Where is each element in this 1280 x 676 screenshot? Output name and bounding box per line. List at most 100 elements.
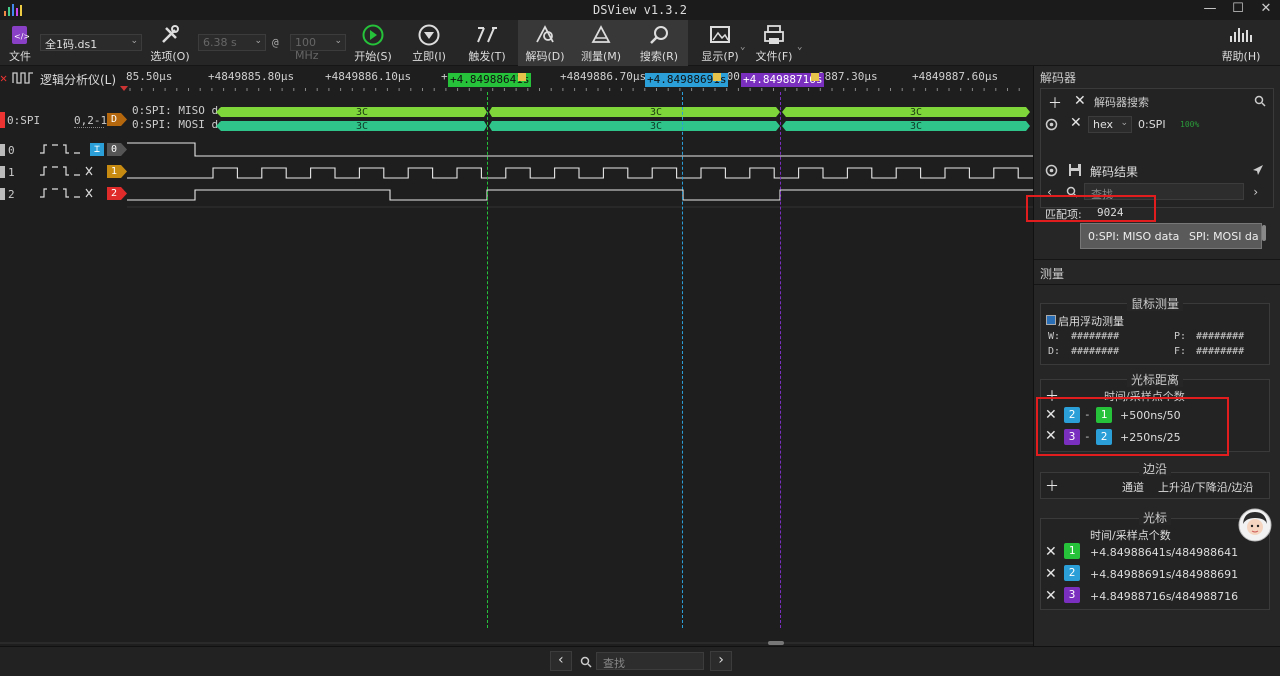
cursor-3-close-icon[interactable] xyxy=(811,73,819,81)
decode-value-mosi-1: 3C xyxy=(356,121,369,132)
save-results-icon[interactable] xyxy=(1068,163,1082,177)
instant-button[interactable]: 立即(I) xyxy=(406,20,452,66)
remove-cursor-1-icon[interactable]: ✕ xyxy=(1045,544,1057,560)
results-scrollbar[interactable] xyxy=(1262,225,1266,241)
file2-button[interactable]: 文件(F) xyxy=(750,20,798,66)
delete-decoder-icon[interactable]: ✕ xyxy=(1070,115,1082,131)
add-edge-icon[interactable]: ＋ xyxy=(1045,476,1059,496)
float-measure-checkbox[interactable] xyxy=(1046,315,1056,325)
results-next-icon[interactable]: › xyxy=(1252,185,1259,199)
remove-distance-2-icon[interactable]: ✕ xyxy=(1045,428,1057,444)
at-symbol: @ xyxy=(272,36,279,49)
ch1-badge[interactable]: 1 xyxy=(107,165,121,178)
cursor-1-line[interactable] xyxy=(487,92,488,628)
search-next-button[interactable]: › xyxy=(710,651,732,671)
distance-2-b-badge[interactable]: 2 xyxy=(1096,429,1112,445)
sample-rate-combo[interactable]: 100 MHz ⌄ xyxy=(290,34,346,62)
decoder-channel-range[interactable]: 0,2-1 xyxy=(74,114,107,128)
cursor-2-close-icon[interactable] xyxy=(713,73,721,81)
distance-2-value: +250ns/25 xyxy=(1120,431,1181,444)
ch2-trigger-icons[interactable] xyxy=(38,186,104,200)
decoder-search-input[interactable]: 解码器搜索 xyxy=(1094,94,1254,110)
remove-cursor-3-icon[interactable]: ✕ xyxy=(1045,588,1057,604)
tools-icon xyxy=(162,25,179,43)
ch1-trigger-icons[interactable] xyxy=(38,164,104,178)
file-combo[interactable]: 全1码.ds1 ⌄ xyxy=(40,34,142,51)
ch0-badge[interactable]: 0 xyxy=(107,143,121,156)
remove-cursor-2-icon[interactable]: ✕ xyxy=(1045,566,1057,582)
close-panel-icon[interactable]: ✕ xyxy=(0,71,7,85)
measure-panel-title: 测量 xyxy=(1040,267,1065,281)
decoder-channel-color xyxy=(0,112,5,128)
bottom-search-input[interactable]: 查找 xyxy=(596,652,704,670)
svg-text:</>: </> xyxy=(14,32,29,41)
format-combo[interactable]: hex ⌄ xyxy=(1088,116,1132,133)
decode-value-mosi-2: 3C xyxy=(650,121,663,132)
cursor-2-line[interactable] xyxy=(682,92,683,628)
cursor-1-badge[interactable]: 1 xyxy=(1064,543,1080,559)
start-button[interactable]: 开始(S) xyxy=(350,20,396,66)
cursor-3-badge[interactable]: 3 xyxy=(1064,587,1080,603)
ch1-color xyxy=(0,166,5,178)
search-prev-button[interactable]: ‹ xyxy=(550,651,572,671)
results-settings-icon[interactable] xyxy=(1045,164,1058,177)
cursor-2-value: +4.84988691s/484988691 xyxy=(1090,568,1239,581)
display-button[interactable]: 显示(P) xyxy=(694,20,746,66)
decode-value-miso-1: 3C xyxy=(356,107,369,118)
sample-time-combo[interactable]: 6.38 s ⌄ xyxy=(198,34,266,51)
ch0-trigger-badge[interactable]: ⌶ xyxy=(90,143,104,156)
decode-button[interactable]: 解码(D) xyxy=(520,20,570,66)
measure-button[interactable]: 测量(M) xyxy=(576,20,626,66)
distance-2-a-badge[interactable]: 3 xyxy=(1064,429,1080,445)
w-label: W: xyxy=(1048,331,1061,342)
decoder-settings-icon[interactable] xyxy=(1045,118,1058,131)
minimize-button[interactable]: — xyxy=(1196,1,1224,19)
tick-label: + xyxy=(441,70,448,83)
results-col-miso: 0:SPI: MISO data xyxy=(1088,230,1180,243)
cursor-1-close-icon[interactable] xyxy=(518,73,526,81)
display-dropdown-icon[interactable]: ⌄ xyxy=(740,42,745,52)
ch0-index: 0 xyxy=(8,144,15,157)
decoder-row-miso: 0:SPI: MISO da xyxy=(132,104,225,117)
decoder-channel-name[interactable]: 0:SPI xyxy=(7,114,40,127)
distance-1-b-badge[interactable]: 1 xyxy=(1096,407,1112,423)
display-icon xyxy=(710,26,730,43)
bottom-search-bar: ‹ 查找 › xyxy=(0,646,1280,676)
remove-distance-1-icon[interactable]: ✕ xyxy=(1045,407,1057,423)
ch0-trigger-icons[interactable] xyxy=(38,142,92,156)
decoder-channel-badge[interactable]: D xyxy=(107,113,121,126)
toolbar: </> 文件 全1码.ds1 ⌄ 选项(O) 6.38 s ⌄ @ 100 MHz ⌄… xyxy=(0,20,1280,66)
tick-label: +4849886.70μs xyxy=(560,70,647,83)
title-bar: DSView v1.3.2 — ☐ ✕ xyxy=(0,0,1280,20)
ch2-badge[interactable]: 2 xyxy=(107,187,121,200)
play-icon xyxy=(362,24,384,46)
locate-icon[interactable] xyxy=(1251,163,1265,177)
close-button[interactable]: ✕ xyxy=(1252,1,1280,19)
options-button[interactable]: 选项(O) xyxy=(148,20,192,66)
tick-label: +4849885.80μs xyxy=(208,70,295,83)
cursor-3-line[interactable] xyxy=(780,92,781,628)
edge-title: 边沿 xyxy=(1040,460,1270,477)
waveform-area[interactable]: 0:SPI 0,2-1 D 0:SPI: MISO da 0:SPI: MOSI… xyxy=(0,92,1033,645)
printer-icon xyxy=(764,25,784,44)
horizontal-scrollbar-handle[interactable] xyxy=(768,641,784,645)
tick-label: 9887.30μs xyxy=(818,70,878,83)
cursor-2-badge[interactable]: 2 xyxy=(1064,565,1080,581)
search-button[interactable]: 搜索(R) xyxy=(634,20,684,66)
time-ruler[interactable]: ✕ 逻辑分析仪(L) 85.50μs +4849885.80μs +484988… xyxy=(0,66,1033,92)
maximize-button[interactable]: ☐ xyxy=(1224,1,1252,19)
file-menu-button[interactable]: </> 文件 xyxy=(4,20,36,66)
add-decoder-icon[interactable]: ＋ xyxy=(1048,93,1062,113)
assistant-avatar[interactable] xyxy=(1238,508,1272,542)
decode-icon xyxy=(536,25,554,43)
decoder-search-icon[interactable] xyxy=(1254,95,1266,107)
remove-decoder-icon[interactable]: ✕ xyxy=(1074,93,1086,109)
help-button[interactable]: 帮助(H) xyxy=(1214,20,1268,66)
distance-1-a-badge[interactable]: 2 xyxy=(1064,407,1080,423)
results-title: 解码结果 xyxy=(1090,165,1139,179)
p-value: ######## xyxy=(1196,331,1245,342)
results-col-mosi: SPI: MOSI da xyxy=(1189,230,1259,243)
file2-dropdown-icon[interactable]: ⌄ xyxy=(797,42,802,52)
trigger-button[interactable]: 触发(T) xyxy=(462,20,512,66)
match-count: 9024 xyxy=(1097,206,1124,219)
